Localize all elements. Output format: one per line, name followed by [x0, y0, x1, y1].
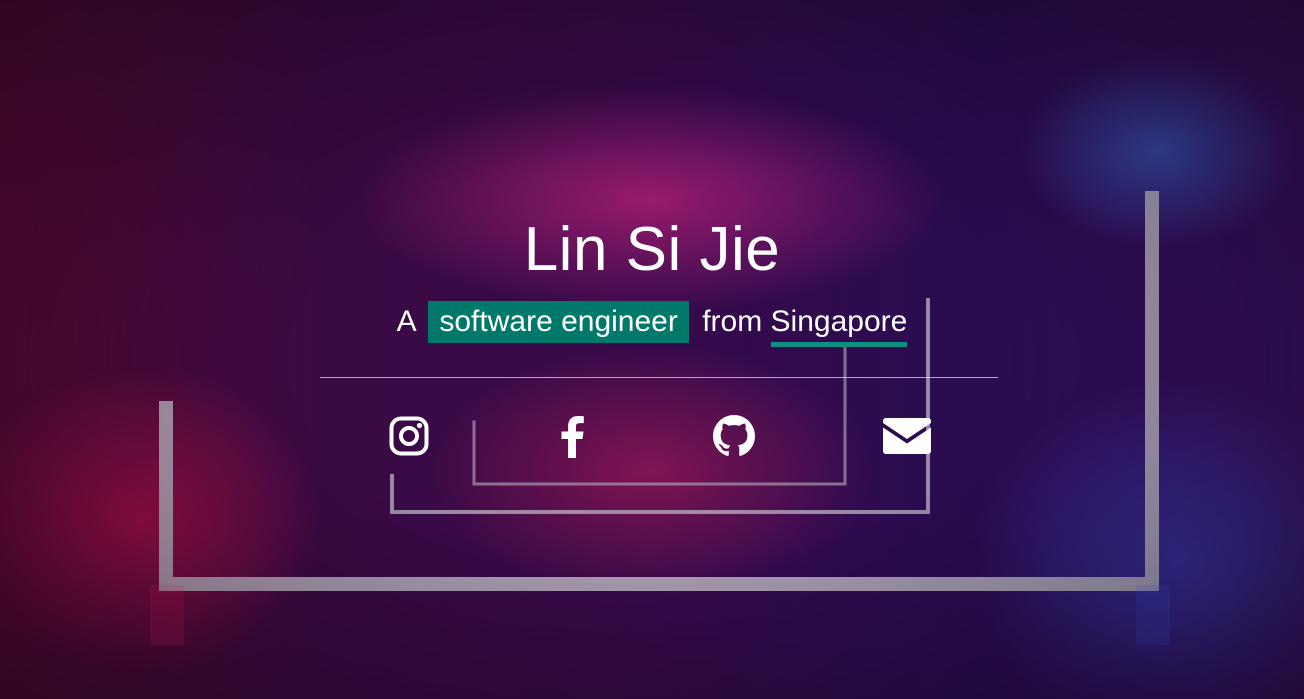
github-icon: [713, 415, 755, 456]
instagram-icon: [389, 416, 429, 456]
hero-background: Lin Si Jie A software engineer from Sing…: [0, 0, 1304, 699]
tagline: A software engineer from Singapore: [0, 300, 1304, 347]
divider: [320, 377, 998, 378]
email-link[interactable]: [883, 412, 931, 460]
facebook-link[interactable]: [548, 412, 596, 460]
tagline-prefix: A: [396, 305, 416, 338]
envelope-icon: [883, 418, 931, 454]
page-title: Lin Si Jie: [523, 215, 781, 284]
role-highlight: software engineer: [428, 301, 689, 343]
tagline-middle: from: [702, 305, 763, 338]
github-link[interactable]: [710, 412, 758, 460]
location-link: Singapore: [770, 302, 908, 347]
facebook-icon: [561, 416, 584, 458]
vignette-overlay: [0, 0, 1304, 699]
instagram-link[interactable]: [385, 412, 433, 460]
